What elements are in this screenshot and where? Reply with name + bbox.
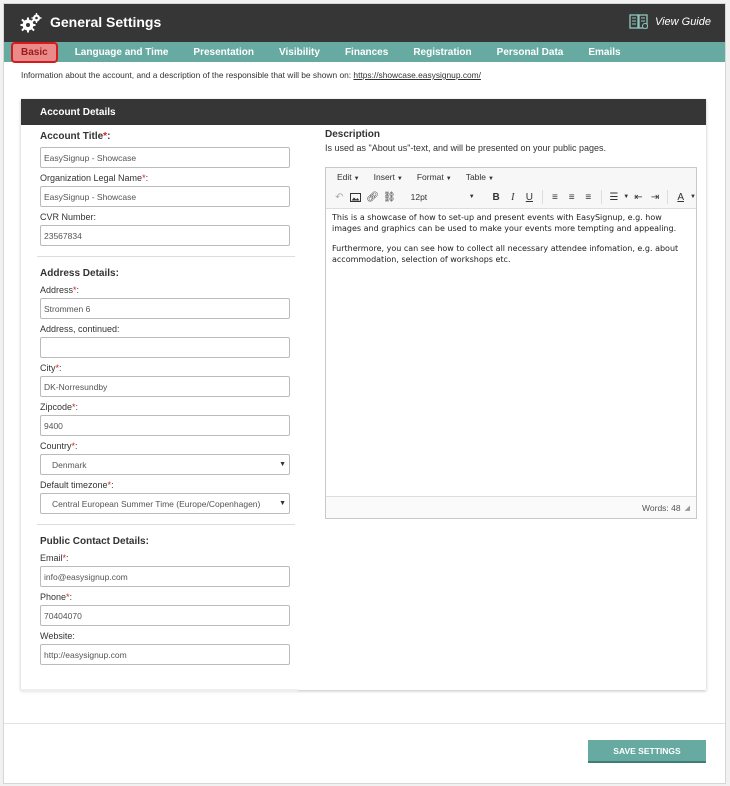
align-center-icon[interactable]: ≡ (564, 189, 579, 205)
toolbar-separator (600, 190, 602, 204)
chevron-down-icon: ▼ (279, 461, 286, 468)
address-section-title: Address Details: (40, 268, 119, 279)
info-description: Information about the account, and a des… (21, 70, 354, 80)
align-left-icon[interactable]: ≡ (548, 189, 563, 205)
account-details-panel: Account Details Account Title*: EasySign… (21, 99, 706, 692)
indent-icon[interactable]: ⇥ (648, 189, 663, 205)
account-title-input[interactable]: EasySignup - Showcase (40, 147, 290, 168)
editor-statusbar: Words: 48 ◢ (326, 496, 696, 518)
tab-basic[interactable]: Basic (11, 42, 58, 63)
timezone-value: Central European Summer Time (Europe/Cop… (52, 498, 261, 509)
website-label: Website: (40, 631, 75, 641)
showcase-link[interactable]: https://showcase.easysignup.com/ (353, 70, 481, 80)
align-right-icon[interactable]: ≡ (581, 189, 596, 205)
chevron-down-icon[interactable]: ▼ (623, 194, 629, 200)
tab-finances[interactable]: Finances (332, 42, 400, 62)
rich-text-editor: Edit ▼ Insert ▼ Format ▼ Table ▼ ↶ 🔗︎ ⛓︎ 12p… (325, 167, 697, 519)
address-label: Address*: (40, 285, 80, 295)
phone-label: Phone*: (40, 592, 73, 602)
link-icon[interactable]: 🔗︎ (365, 189, 380, 205)
description-subtitle: Is used as "About us"-text, and will be … (325, 143, 607, 153)
chevron-down-icon[interactable]: ▼ (690, 194, 696, 200)
resize-handle-icon[interactable]: ◢ (685, 504, 690, 512)
contact-section-title: Public Contact Details: (40, 536, 149, 547)
page-header: General Settings View Guide (4, 4, 725, 42)
info-text: Information about the account, and a des… (21, 70, 481, 80)
account-title-label: Account Title*: (40, 131, 111, 142)
menu-format[interactable]: Format ▼ (412, 172, 457, 182)
toolbar-separator (541, 190, 543, 204)
menu-insert[interactable]: Insert ▼ (369, 172, 408, 182)
tab-visibility[interactable]: Visibility (266, 42, 332, 62)
cvr-input[interactable]: 23567834 (40, 225, 290, 246)
tab-presentation[interactable]: Presentation (180, 42, 266, 62)
font-size-select[interactable]: 12pt ▼ (407, 189, 479, 205)
address2-label: Address, continued: (40, 324, 120, 334)
timezone-select[interactable]: Central European Summer Time (Europe/Cop… (40, 493, 290, 514)
bullet-list-icon[interactable]: ☰ (607, 189, 622, 205)
font-size-value: 12pt (410, 192, 428, 202)
address2-input[interactable] (40, 337, 290, 358)
zipcode-input[interactable]: 9400 (40, 415, 290, 436)
timezone-label: Default timezone*: (40, 480, 114, 490)
page-title: General Settings (50, 14, 162, 30)
country-select[interactable]: Denmark ▼ (40, 454, 290, 475)
italic-icon[interactable]: I (505, 189, 520, 205)
unlink-icon[interactable]: ⛓︎ (382, 189, 397, 205)
outdent-icon[interactable]: ⇤ (631, 189, 646, 205)
email-input[interactable]: info@easysignup.com (40, 566, 290, 587)
description-title: Description (325, 129, 381, 140)
email-label: Email*: (40, 553, 69, 563)
legal-name-label: Organization Legal Name*: (40, 173, 149, 183)
bold-icon[interactable]: B (489, 189, 504, 205)
legal-name-input[interactable]: EasySignup - Showcase (40, 186, 290, 207)
view-guide-link[interactable]: View Guide (629, 14, 711, 30)
divider (37, 524, 295, 525)
underline-icon[interactable]: U (522, 189, 537, 205)
chevron-down-icon: ▼ (468, 194, 475, 200)
editor-menubar: Edit ▼ Insert ▼ Format ▼ Table ▼ (326, 168, 696, 186)
footer-divider (4, 723, 725, 724)
country-label: Country*: (40, 441, 78, 451)
word-count: Words: 48 (642, 502, 681, 513)
editor-content[interactable]: This is a showcase of how to set-up and … (326, 209, 696, 279)
guide-book-icon (629, 14, 648, 29)
zipcode-label: Zipcode*: (40, 402, 79, 412)
description-paragraph: This is a showcase of how to set-up and … (332, 213, 677, 233)
website-input[interactable]: http://easysignup.com (40, 644, 290, 665)
country-value: Denmark (52, 459, 87, 470)
phone-input[interactable]: 70404070 (40, 605, 290, 626)
panel-title: Account Details (21, 99, 706, 125)
address-input[interactable]: Strommen 6 (40, 298, 290, 319)
view-guide-label: View Guide (654, 16, 711, 28)
chevron-down-icon: ▼ (279, 500, 286, 507)
settings-tabs: Basic Language and Time Presentation Vis… (4, 42, 725, 63)
tab-personal-data[interactable]: Personal Data (484, 42, 576, 62)
gears-icon (20, 13, 42, 33)
city-input[interactable]: DK-Norresundby (40, 376, 290, 397)
divider (21, 689, 298, 692)
tab-emails[interactable]: Emails (575, 42, 632, 62)
left-column: Account Title*: EasySignup - Showcase Or… (37, 129, 298, 669)
description-column: Description Is used as "About us"-text, … (325, 129, 699, 519)
tab-registration[interactable]: Registration (400, 42, 483, 62)
image-icon[interactable] (349, 189, 364, 205)
divider (37, 256, 295, 257)
save-settings-button[interactable]: SAVE SETTINGS (588, 740, 706, 763)
tab-language-and-time[interactable]: Language and Time (58, 42, 181, 62)
editor-toolbar: ↶ 🔗︎ ⛓︎ 12pt ▼ B I U ≡ ≡ ≡ ☰ ▼ ⇤ ⇥ A ▼ (326, 186, 696, 209)
description-paragraph: Furthermore, you can see how to collect … (332, 244, 679, 264)
cvr-label: CVR Number: (40, 212, 97, 222)
menu-table[interactable]: Table ▼ (461, 172, 499, 182)
toolbar-separator (667, 190, 669, 204)
text-color-icon[interactable]: A (673, 189, 688, 205)
city-label: City*: (40, 363, 62, 373)
settings-window: General Settings View Guide Basic Langua… (3, 3, 726, 784)
menu-edit[interactable]: Edit ▼ (332, 172, 365, 182)
undo-icon[interactable]: ↶ (332, 189, 347, 205)
